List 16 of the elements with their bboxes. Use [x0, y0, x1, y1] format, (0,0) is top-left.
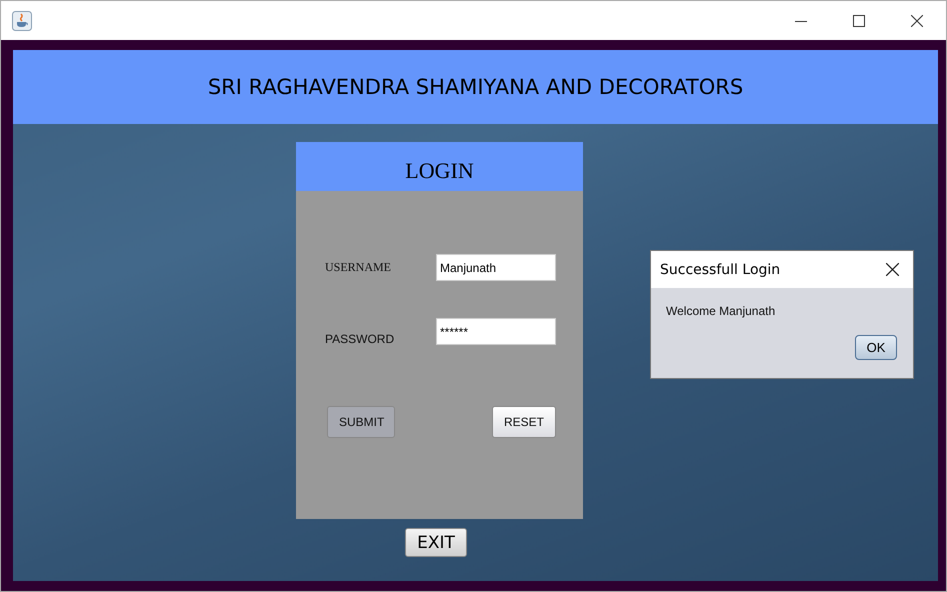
submit-button[interactable]: SUBMIT	[327, 406, 395, 438]
close-icon[interactable]	[911, 14, 923, 26]
header-title: SRI RAGHAVENDRA SHAMIYANA AND DECORATORS	[208, 75, 744, 99]
maximize-icon[interactable]	[853, 14, 865, 26]
field-label: USERNAME	[325, 260, 392, 275]
close-icon[interactable]	[886, 263, 899, 276]
ok-button[interactable]: OK	[855, 335, 897, 360]
exit-button[interactable]: EXIT	[405, 528, 467, 557]
field-label: PASSWORD	[325, 332, 394, 346]
coffee-cup-icon	[12, 10, 32, 30]
dialog-title: Successfull Login	[660, 262, 780, 278]
password-field[interactable]: ******	[436, 318, 556, 345]
username-field[interactable]: Manjunath	[436, 254, 556, 281]
login-title: LOGIN	[405, 156, 474, 184]
reset-button[interactable]: RESET	[492, 406, 556, 438]
dialog-message: Welcome Manjunath	[666, 304, 776, 318]
